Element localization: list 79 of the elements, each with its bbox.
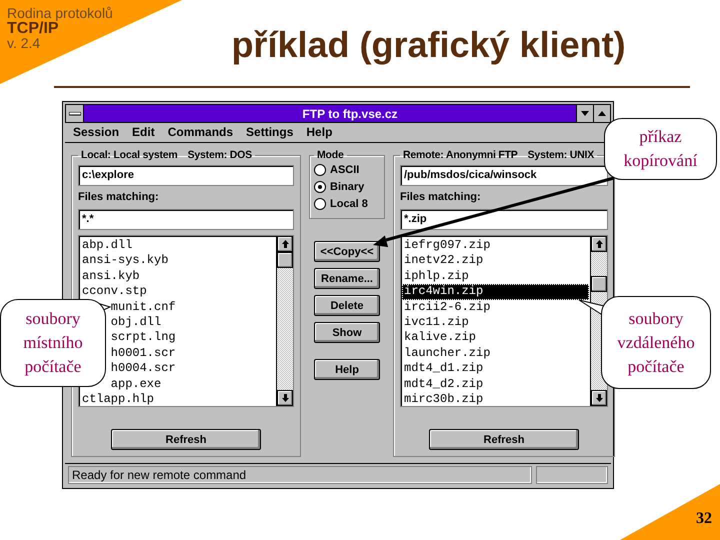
menu-item[interactable]: Session (73, 125, 120, 140)
refresh-button[interactable]: Refresh (111, 429, 261, 450)
callout-text: soubory místního počítače (23, 308, 83, 378)
radio-label: Local 8 (330, 198, 368, 210)
radio-label: ASCII (330, 164, 360, 176)
file-item[interactable]: launcher.zip (402, 346, 490, 362)
files-matching-label: Files matching: (400, 191, 482, 203)
file-item[interactable]: mirc30b.zip (402, 392, 484, 408)
scroll-down-button[interactable] (591, 390, 607, 406)
path-field[interactable]: /pub/msdos/cica/winsock (400, 165, 608, 186)
file-item[interactable]: app.exe (108, 376, 162, 392)
file-item[interactable]: ansi-sys.kyb (80, 253, 168, 269)
action-button[interactable]: Show (314, 322, 380, 343)
file-item[interactable]: ansi.kyb (80, 268, 140, 284)
file-item[interactable]: obj.dll (108, 314, 162, 330)
action-button[interactable]: Help (314, 359, 380, 380)
path-field[interactable]: c:\explore (78, 165, 294, 186)
up-triangle-icon (598, 111, 606, 116)
callout-text: soubory vzdáleného počítače (617, 308, 695, 378)
window-title: FTP to ftp.vse.cz (301, 106, 399, 120)
action-button[interactable]: Delete (314, 295, 380, 316)
down-arrow-icon (282, 394, 288, 402)
scroll-up-button[interactable] (277, 236, 293, 252)
system-label: System: UNIX (528, 149, 594, 161)
menu-item[interactable]: Commands (168, 125, 234, 140)
menu-item[interactable]: Help (306, 125, 332, 140)
mode-label: Mode (317, 149, 344, 161)
scrollbar[interactable] (276, 236, 293, 406)
scroll-down-button[interactable] (277, 390, 293, 406)
file-item[interactable]: inetv22.zip (402, 253, 484, 269)
filter-field[interactable]: *.* (78, 209, 294, 230)
file-item[interactable]: h0001.scr (108, 346, 176, 362)
system-menu-button[interactable] (66, 105, 84, 122)
radio-button[interactable] (314, 198, 326, 210)
protocol-name: TCP/IP (7, 21, 59, 36)
maximize-button[interactable] (593, 105, 610, 122)
series-name: Rodina protokolů (7, 6, 114, 21)
file-item[interactable]: iphlp.zip (402, 268, 469, 284)
page-number: 32 (696, 510, 712, 528)
status-panel (536, 466, 608, 484)
file-item[interactable]: mdt4_d1.zip (402, 361, 484, 377)
file-item[interactable]: cconv.stp (80, 284, 147, 300)
file-item[interactable]: irc4win.zip (402, 284, 589, 300)
file-item[interactable]: abp.dll (80, 238, 132, 254)
file-item[interactable]: munit.cnf (108, 300, 176, 315)
file-item[interactable]: h0004.scr (108, 361, 176, 377)
refresh-button[interactable]: Refresh (429, 429, 579, 450)
connection-label: Remote: Anonymni FTP (403, 149, 518, 161)
file-item[interactable]: scrpt.lng (108, 330, 176, 346)
file-item[interactable]: mdt4_d2.zip (402, 376, 484, 392)
action-button[interactable]: Rename... (314, 268, 380, 289)
slide-title: příklad (grafický klient) (230, 23, 627, 67)
file-item[interactable]: iefrg097.zip (402, 238, 490, 254)
file-item[interactable]: ircii2-6.zip (402, 300, 490, 315)
minimize-button[interactable] (576, 105, 593, 122)
scroll-up-button[interactable] (591, 236, 607, 252)
filter-field[interactable]: *.zip (400, 209, 608, 230)
version-label: v. 2.4 (7, 36, 42, 51)
dash-icon (68, 112, 80, 116)
file-item[interactable]: ctlapp.hlp (80, 392, 154, 408)
action-button[interactable]: <<Copy<< (314, 241, 380, 262)
radio-button[interactable] (314, 180, 326, 192)
files-matching-label: Files matching: (78, 191, 160, 203)
file-item[interactable]: kalive.zip (402, 330, 476, 346)
radio-label: Binary (330, 180, 364, 192)
up-arrow-icon (596, 240, 602, 248)
menu-item[interactable]: Settings (246, 125, 294, 140)
up-arrow-icon (282, 240, 288, 248)
system-label: System: DOS (188, 149, 252, 161)
down-triangle-icon (581, 111, 589, 116)
scroll-thumb[interactable] (277, 252, 293, 268)
connection-label: Local: Local system (81, 149, 178, 161)
callout-text: příkaz kopírování (624, 126, 698, 172)
down-arrow-icon (596, 394, 602, 402)
scroll-thumb[interactable] (591, 276, 607, 292)
radio-button[interactable] (314, 164, 326, 176)
file-item[interactable]: ivc11.zip (402, 314, 469, 330)
status-text: Ready for new remote command (68, 466, 532, 484)
menu-item[interactable]: Edit (132, 125, 155, 140)
